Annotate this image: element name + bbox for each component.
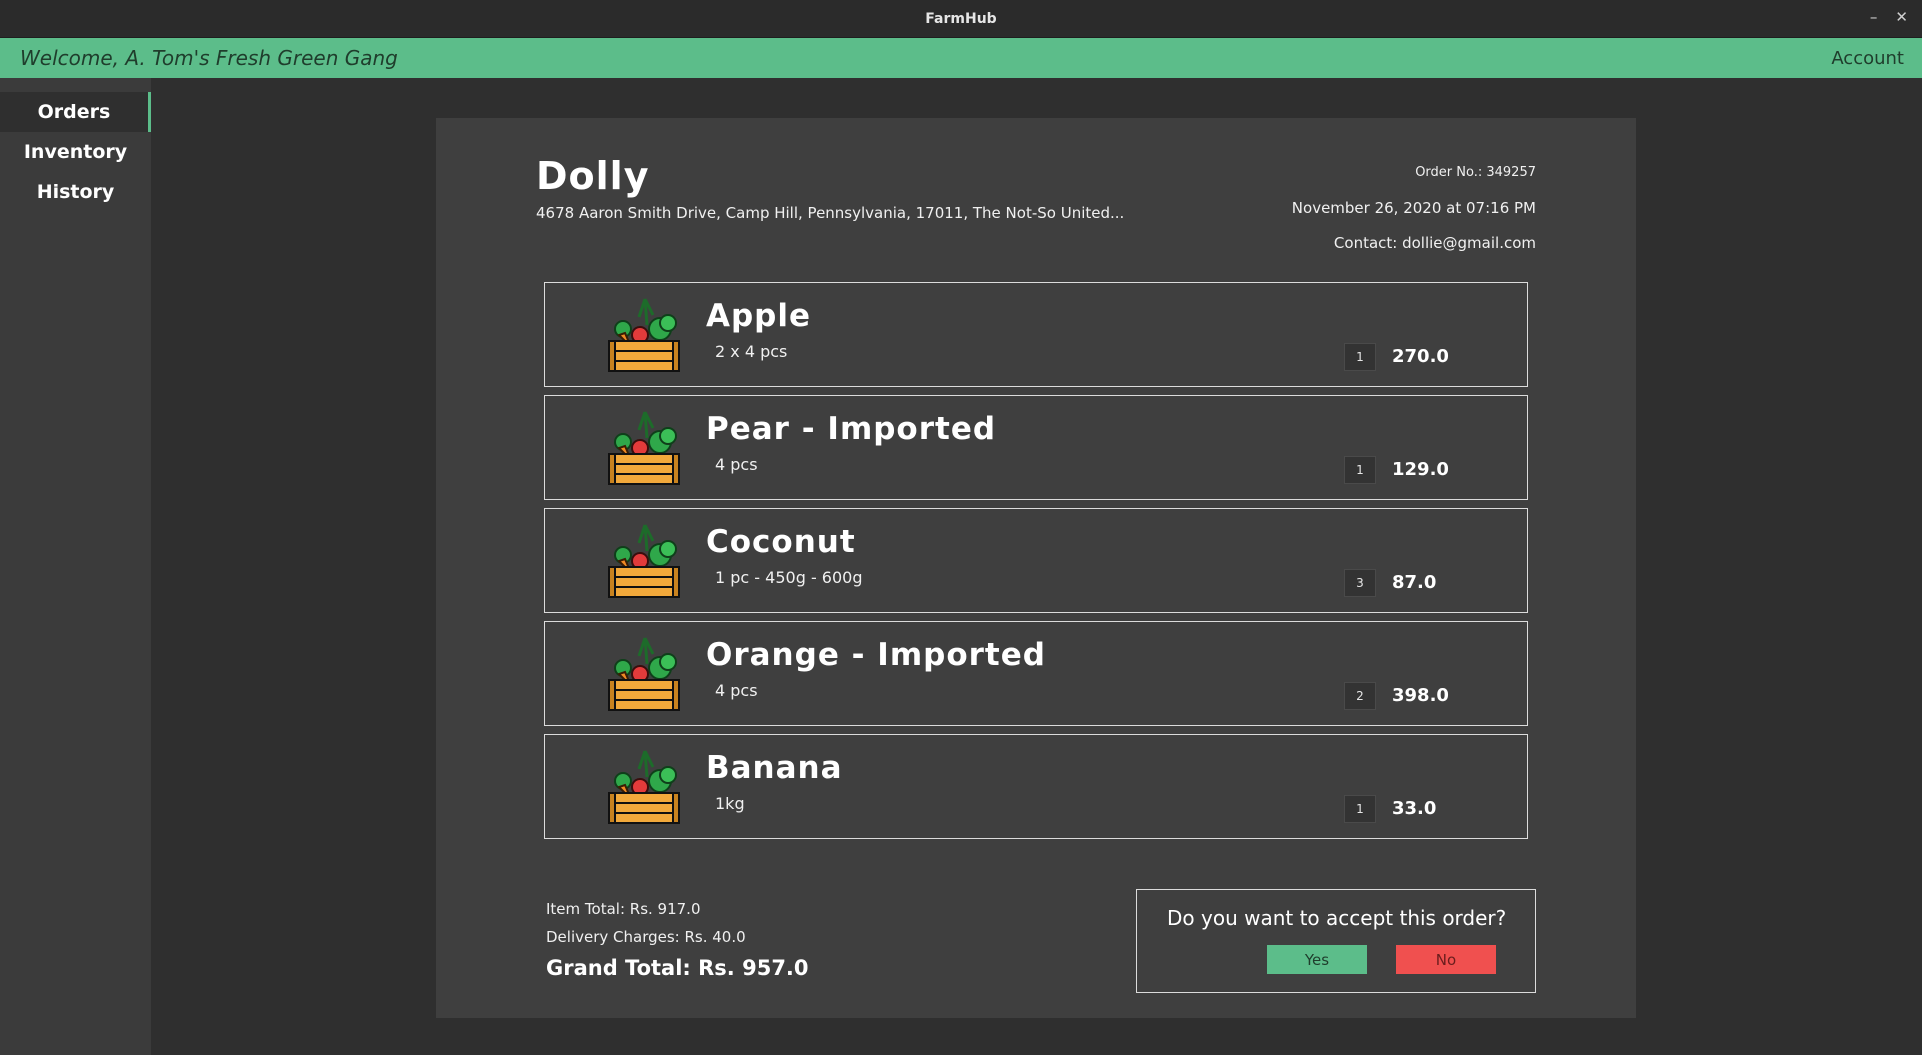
order-item: Pear - Imported 4 pcs 1 129.0 [544, 395, 1528, 500]
item-price: 87.0 [1392, 572, 1437, 593]
order-card: Dolly 4678 Aaron Smith Drive, Camp Hill,… [436, 118, 1636, 1018]
item-total: Item Total: Rs. 917.0 [546, 900, 701, 918]
customer-contact: Contact: dollie@gmail.com [1333, 234, 1536, 252]
window-title: FarmHub [925, 10, 997, 27]
item-name: Pear - Imported [706, 411, 997, 447]
item-unit: 2 x 4 pcs [715, 342, 788, 361]
close-button[interactable]: ✕ [1895, 8, 1908, 26]
item-unit: 4 pcs [715, 681, 758, 700]
sidebar-item-history[interactable]: History [0, 172, 151, 212]
item-quantity: 3 [1344, 569, 1376, 597]
account-button[interactable]: Account [1831, 48, 1904, 69]
vegetable-crate-icon [605, 295, 683, 375]
order-item: Apple 2 x 4 pcs 1 270.0 [544, 282, 1528, 387]
item-price: 270.0 [1392, 346, 1449, 367]
app-header: Welcome, A. Tom's Fresh Green Gang Accou… [0, 38, 1922, 78]
item-price: 129.0 [1392, 459, 1449, 480]
item-name: Coconut [706, 524, 856, 560]
order-item: Coconut 1 pc - 450g - 600g 3 87.0 [544, 508, 1528, 613]
item-name: Banana [706, 750, 843, 786]
item-name: Apple [706, 298, 812, 334]
minimize-button[interactable]: – [1870, 8, 1878, 26]
order-items-list: Apple 2 x 4 pcs 1 270.0 Pear - Imported 4 pc… [544, 282, 1528, 847]
item-unit: 1kg [715, 794, 745, 813]
order-number: Order No.: 349257 [1415, 165, 1536, 180]
item-name: Orange - Imported [706, 637, 1046, 673]
order-item: Orange - Imported 4 pcs 2 398.0 [544, 621, 1528, 726]
sidebar: Orders Inventory History [0, 78, 151, 1055]
vegetable-crate-icon [605, 521, 683, 601]
vegetable-crate-icon [605, 634, 683, 714]
accept-question: Do you want to accept this order? [1167, 906, 1507, 930]
customer-address: 4678 Aaron Smith Drive, Camp Hill, Penns… [536, 204, 1125, 222]
sidebar-item-label: History [36, 181, 115, 203]
order-date: November 26, 2020 at 07:16 PM [1291, 199, 1536, 217]
item-unit: 4 pcs [715, 455, 758, 474]
order-totals: Item Total: Rs. 917.0 Delivery Charges: … [546, 900, 809, 980]
item-price: 398.0 [1392, 685, 1449, 706]
sidebar-item-orders[interactable]: Orders [0, 92, 151, 132]
accept-yes-button[interactable]: Yes [1267, 945, 1367, 974]
delivery-charges: Delivery Charges: Rs. 40.0 [546, 928, 746, 946]
item-quantity: 1 [1344, 795, 1376, 823]
accept-no-button[interactable]: No [1396, 945, 1496, 974]
window-controls: – ✕ [1870, 8, 1908, 26]
welcome-text: Welcome, A. Tom's Fresh Green Gang [20, 46, 398, 70]
item-unit: 1 pc - 450g - 600g [715, 568, 863, 587]
vegetable-crate-icon [605, 747, 683, 827]
sidebar-item-label: Orders [37, 101, 111, 123]
grand-total: Grand Total: Rs. 957.0 [546, 956, 809, 980]
sidebar-item-label: Inventory [23, 141, 128, 163]
order-item: Banana 1kg 1 33.0 [544, 734, 1528, 839]
customer-name: Dolly [536, 154, 650, 198]
title-bar: FarmHub – ✕ [0, 0, 1922, 38]
item-quantity: 2 [1344, 682, 1376, 710]
sidebar-item-inventory[interactable]: Inventory [0, 132, 151, 172]
accept-order-panel: Do you want to accept this order? Yes No [1136, 889, 1536, 993]
vegetable-crate-icon [605, 408, 683, 488]
item-quantity: 1 [1344, 456, 1376, 484]
item-price: 33.0 [1392, 798, 1437, 819]
item-quantity: 1 [1344, 343, 1376, 371]
